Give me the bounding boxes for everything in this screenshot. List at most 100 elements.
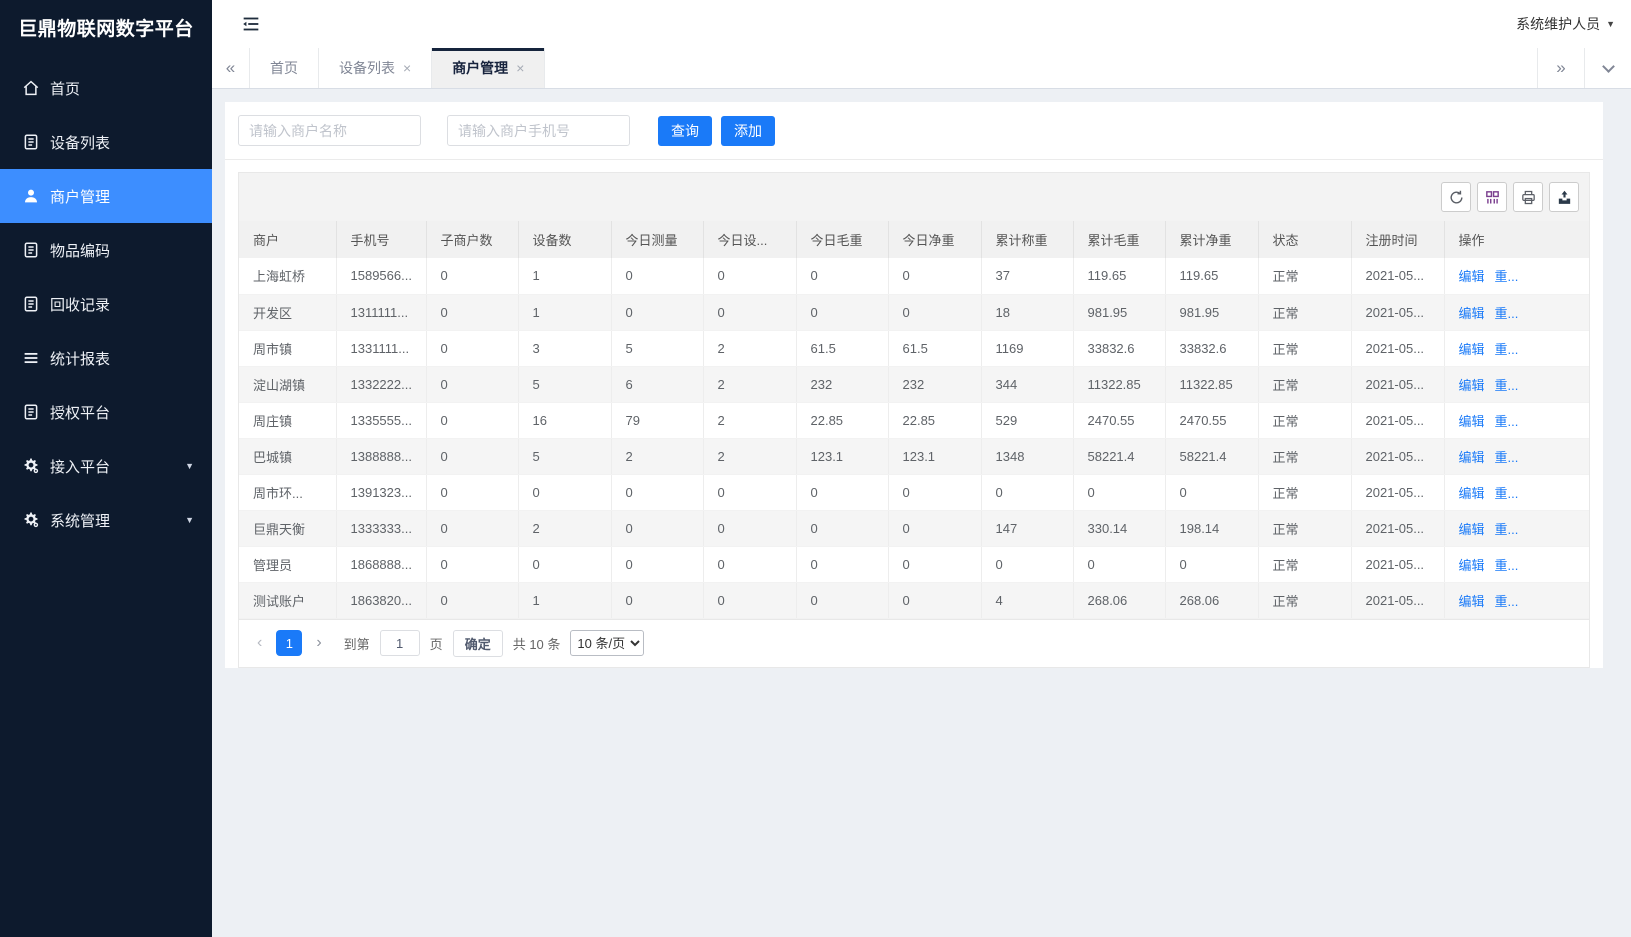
table-cell: 0 (796, 510, 888, 546)
print-icon[interactable] (1513, 182, 1543, 212)
table-cell: 5 (518, 438, 611, 474)
tabs-scroll-right-button[interactable]: » (1537, 48, 1584, 88)
reset-link[interactable]: 重... (1495, 558, 1519, 573)
merchant-name-input[interactable] (238, 115, 421, 146)
columns-icon[interactable] (1477, 182, 1507, 212)
table-cell: 11322.85 (1165, 366, 1258, 402)
table-cell: 0 (426, 582, 518, 618)
sidebar-item-access-platform[interactable]: 接入平台 ▼ (0, 439, 212, 493)
reset-link[interactable]: 重... (1495, 269, 1519, 284)
next-page-icon[interactable]: › (312, 634, 325, 652)
tab-device-list[interactable]: 设备列表 × (319, 48, 432, 88)
table-cell: 2 (611, 438, 703, 474)
table-cell: 2021-05... (1351, 546, 1444, 582)
document-icon (22, 241, 40, 259)
page-size-select[interactable]: 10 条/页 (570, 630, 644, 656)
goto-label: 到第 (344, 634, 370, 653)
row-actions-cell: 编辑重... (1444, 438, 1589, 474)
sidebar-item-home[interactable]: 首页 (0, 61, 212, 115)
col-register-time: 注册时间 (1351, 221, 1444, 258)
table-cell: 58221.4 (1073, 438, 1165, 474)
query-button[interactable]: 查询 (658, 116, 712, 146)
edit-link[interactable]: 编辑 (1459, 306, 1485, 321)
table-cell: 123.1 (796, 438, 888, 474)
table-cell: 正常 (1258, 474, 1351, 510)
tabs-scroll-left-button[interactable]: « (212, 48, 250, 88)
sidebar-item-label: 统计报表 (50, 348, 110, 369)
export-icon[interactable] (1549, 182, 1579, 212)
table-cell: 58221.4 (1165, 438, 1258, 474)
sidebar-item-statistics[interactable]: 统计报表 (0, 331, 212, 385)
sidebar-item-recycle-records[interactable]: 回收记录 (0, 277, 212, 331)
table-cell: 2 (703, 438, 796, 474)
reset-link[interactable]: 重... (1495, 594, 1519, 609)
reset-link[interactable]: 重... (1495, 378, 1519, 393)
table-cell: 5 (518, 366, 611, 402)
total-count-label: 共 10 条 (513, 634, 561, 653)
edit-link[interactable]: 编辑 (1459, 450, 1485, 465)
add-button[interactable]: 添加 (721, 116, 775, 146)
table-cell: 0 (796, 258, 888, 294)
collapse-sidebar-icon[interactable] (240, 13, 262, 35)
row-actions-cell: 编辑重... (1444, 510, 1589, 546)
sidebar-item-auth-platform[interactable]: 授权平台 (0, 385, 212, 439)
close-icon[interactable]: × (516, 60, 524, 76)
user-menu[interactable]: 系统维护人员 ▼ (1516, 14, 1615, 34)
table-cell: 1391323... (336, 474, 426, 510)
table-cell: 1 (518, 582, 611, 618)
table-row: 周市环...1391323...000000000正常2021-05...编辑重… (239, 474, 1589, 510)
sidebar-item-label: 接入平台 (50, 456, 110, 477)
table-cell: 232 (796, 366, 888, 402)
reset-link[interactable]: 重... (1495, 450, 1519, 465)
sidebar-item-label: 首页 (50, 78, 80, 99)
sidebar-item-merchant-mgmt[interactable]: 商户管理 (0, 169, 212, 223)
chevron-down-icon: ▼ (185, 461, 194, 471)
edit-link[interactable]: 编辑 (1459, 378, 1485, 393)
table-cell: 0 (703, 510, 796, 546)
table-cell: 0 (888, 582, 981, 618)
reset-link[interactable]: 重... (1495, 486, 1519, 501)
chevron-down-icon (1602, 60, 1615, 73)
table-cell: 0 (1165, 474, 1258, 510)
reset-link[interactable]: 重... (1495, 522, 1519, 537)
reset-link[interactable]: 重... (1495, 306, 1519, 321)
col-status: 状态 (1258, 221, 1351, 258)
pagination: ‹ 1 › 到第 页 确定 共 10 条 10 条/页 (239, 619, 1589, 667)
col-total-gross: 累计毛重 (1073, 221, 1165, 258)
merchant-phone-input[interactable] (447, 115, 630, 146)
sidebar-item-device-list[interactable]: 设备列表 (0, 115, 212, 169)
edit-link[interactable]: 编辑 (1459, 558, 1485, 573)
goto-page-input[interactable] (380, 630, 420, 656)
merchant-name-cell: 淀山湖镇 (239, 366, 336, 402)
sidebar-item-system-mgmt[interactable]: 系统管理 ▼ (0, 493, 212, 547)
page-number-button[interactable]: 1 (276, 630, 302, 656)
tab-merchant-mgmt[interactable]: 商户管理 × (432, 48, 545, 88)
refresh-icon[interactable] (1441, 182, 1471, 212)
prev-page-icon[interactable]: ‹ (253, 634, 266, 652)
reset-link[interactable]: 重... (1495, 414, 1519, 429)
row-actions-cell: 编辑重... (1444, 546, 1589, 582)
col-today-gross: 今日毛重 (796, 221, 888, 258)
close-icon[interactable]: × (403, 60, 411, 76)
table-cell: 0 (518, 474, 611, 510)
sidebar-item-item-code[interactable]: 物品编码 (0, 223, 212, 277)
row-actions-cell: 编辑重... (1444, 402, 1589, 438)
tabs-menu-button[interactable] (1584, 48, 1631, 88)
table-cell: 0 (888, 294, 981, 330)
goto-confirm-button[interactable]: 确定 (453, 630, 503, 657)
reset-link[interactable]: 重... (1495, 342, 1519, 357)
tab-label: 首页 (270, 58, 298, 78)
table-row: 管理员1868888...000000000正常2021-05...编辑重... (239, 546, 1589, 582)
row-actions-cell: 编辑重... (1444, 474, 1589, 510)
user-icon (22, 187, 40, 205)
table-cell: 正常 (1258, 258, 1351, 294)
col-total-net: 累计净重 (1165, 221, 1258, 258)
edit-link[interactable]: 编辑 (1459, 522, 1485, 537)
edit-link[interactable]: 编辑 (1459, 269, 1485, 284)
edit-link[interactable]: 编辑 (1459, 414, 1485, 429)
edit-link[interactable]: 编辑 (1459, 486, 1485, 501)
edit-link[interactable]: 编辑 (1459, 342, 1485, 357)
table-cell: 1589566... (336, 258, 426, 294)
tab-home[interactable]: 首页 (250, 48, 319, 88)
edit-link[interactable]: 编辑 (1459, 594, 1485, 609)
